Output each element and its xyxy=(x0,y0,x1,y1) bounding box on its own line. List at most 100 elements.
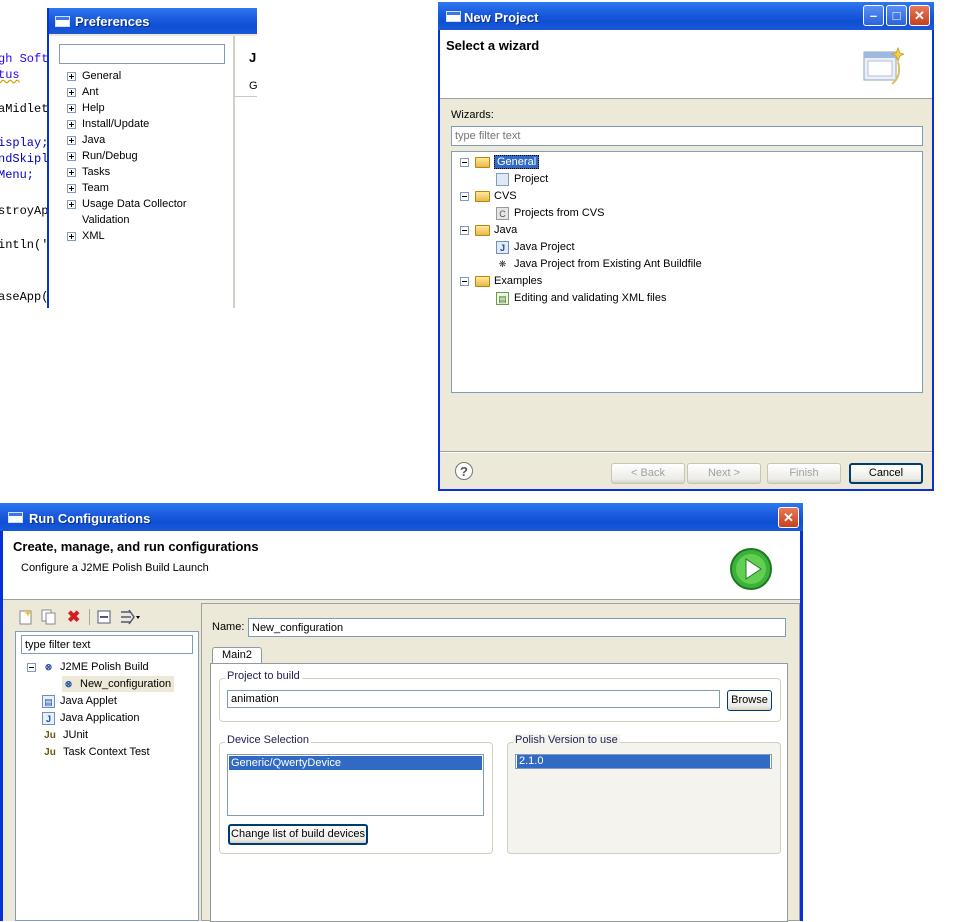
wizard-tree-item[interactable]: C Projects from CVS xyxy=(496,205,604,221)
duplicate-config-icon[interactable] xyxy=(41,609,57,625)
maximize-button[interactable]: □ xyxy=(886,5,907,26)
device-group-label: Device Selection xyxy=(225,734,311,746)
device-list-item[interactable]: Generic/QwertyDevice xyxy=(229,756,482,770)
task-context-test-icon: Ju xyxy=(44,746,56,758)
collapse-icon[interactable] xyxy=(460,191,469,201)
wizard-footer-divider xyxy=(440,451,932,453)
config-filter-input[interactable] xyxy=(21,635,193,654)
window-icon xyxy=(446,11,461,22)
wizard-tree-folder[interactable]: General xyxy=(460,154,540,170)
preferences-left-panel: General Ant Help Install/Update Java Run… xyxy=(49,36,233,308)
change-devices-button[interactable]: Change list of build devices xyxy=(228,824,368,845)
pref-tree-item[interactable]: Tasks xyxy=(67,164,110,180)
pref-tree-item[interactable]: Ant xyxy=(67,84,99,100)
expand-icon[interactable] xyxy=(67,151,76,161)
expand-icon[interactable] xyxy=(67,231,76,241)
help-icon[interactable]: ? xyxy=(455,462,473,480)
preferences-page-heading: J xyxy=(249,50,257,65)
pref-tree-item[interactable]: Team xyxy=(67,180,109,196)
config-tree-type[interactable]: J Java Application xyxy=(42,710,140,726)
expand-icon[interactable] xyxy=(67,167,76,177)
pref-tree-item[interactable]: Java xyxy=(67,132,105,148)
collapse-icon[interactable] xyxy=(460,157,469,167)
wizard-tree-item[interactable]: Project xyxy=(496,171,548,187)
java-applet-icon: ▤ xyxy=(42,694,55,708)
expand-icon[interactable] xyxy=(67,135,76,145)
config-tree-item[interactable]: ⊗ New_configuration xyxy=(62,676,175,692)
new-wizard-icon xyxy=(862,46,906,88)
pref-tree-item[interactable]: Run/Debug xyxy=(67,148,138,164)
back-button[interactable]: < Back xyxy=(611,463,685,484)
pref-tree-item[interactable]: Install/Update xyxy=(67,116,149,132)
expand-icon[interactable] xyxy=(67,199,76,209)
cancel-button[interactable]: Cancel xyxy=(849,463,923,484)
code-line: Menu; xyxy=(0,168,35,182)
collapse-icon[interactable] xyxy=(460,225,469,235)
config-name-input[interactable] xyxy=(248,618,786,637)
code-line: gh Soft xyxy=(0,52,49,66)
config-tree-type[interactable]: ⊗ J2ME Polish Build xyxy=(27,659,149,675)
expand-icon[interactable] xyxy=(67,103,76,113)
java-project-icon: J xyxy=(496,240,509,254)
expand-icon[interactable] xyxy=(67,119,76,129)
wizard-tree-item[interactable]: J Java Project xyxy=(496,239,575,255)
polish-version-item[interactable]: 2.1.0 xyxy=(517,755,770,768)
close-button[interactable]: ✕ xyxy=(909,5,930,26)
minimize-button[interactable]: – xyxy=(863,5,884,26)
wizard-tree-folder[interactable]: Examples xyxy=(460,273,542,289)
preferences-title-bar[interactable]: Preferences xyxy=(49,8,257,34)
tab-main2[interactable]: Main2 xyxy=(212,647,262,664)
close-button[interactable]: ✕ xyxy=(778,507,799,528)
pref-tree-item[interactable]: Usage Data Collector xyxy=(67,196,187,212)
preferences-right-panel: J G xyxy=(235,36,257,308)
config-tree-type[interactable]: Ju JUnit xyxy=(42,727,88,743)
new-project-window: New Project – □ ✕ Select a wizard Wizard… xyxy=(438,2,934,491)
preferences-window: Preferences General Ant Help Install/Upd… xyxy=(47,8,257,308)
pref-tree-item[interactable]: Validation xyxy=(82,212,130,228)
wizard-tree-item[interactable]: ▤ Editing and validating XML files xyxy=(496,290,666,306)
collapse-icon[interactable] xyxy=(460,276,469,286)
new-project-title: New Project xyxy=(464,10,539,25)
preferences-filter-input[interactable] xyxy=(59,44,225,64)
expand-icon[interactable] xyxy=(67,183,76,193)
window-icon xyxy=(55,16,70,27)
pref-tree-item[interactable]: General xyxy=(67,68,121,84)
folder-open-icon xyxy=(475,156,490,168)
wizard-tree-item[interactable]: ❋ Java Project from Existing Ant Buildfil… xyxy=(496,256,702,272)
example-icon: ▤ xyxy=(496,291,509,305)
window-icon xyxy=(8,512,23,523)
wizards-label: Wizards: xyxy=(451,109,494,121)
config-tree-type[interactable]: ▤ Java Applet xyxy=(42,693,117,709)
folder-open-icon xyxy=(475,190,490,202)
next-button[interactable]: Next > xyxy=(687,463,761,484)
delete-config-icon[interactable]: ✖ xyxy=(67,607,80,627)
browse-button[interactable]: Browse xyxy=(727,690,772,711)
new-config-icon[interactable] xyxy=(19,609,33,625)
expand-icon[interactable] xyxy=(67,87,76,97)
pref-tree-item[interactable]: Help xyxy=(67,100,105,116)
finish-button[interactable]: Finish xyxy=(767,463,841,484)
new-project-title-bar[interactable]: New Project – □ ✕ xyxy=(438,2,934,30)
run-configs-heading: Create, manage, and run configurations xyxy=(13,539,259,554)
wizard-tree-folder[interactable]: Java xyxy=(460,222,517,238)
device-list[interactable]: Generic/QwertyDevice xyxy=(227,754,484,816)
junit-icon: Ju xyxy=(44,729,56,741)
project-group-label: Project to build xyxy=(225,670,302,682)
pref-tree-item[interactable]: XML xyxy=(67,228,105,244)
name-label: Name: xyxy=(212,621,245,633)
filter-configs-icon[interactable] xyxy=(119,608,141,626)
collapse-icon[interactable] xyxy=(27,662,36,672)
collapse-all-icon[interactable] xyxy=(97,610,111,624)
preferences-page-divider xyxy=(235,96,257,97)
config-tree-type[interactable]: Ju Task Context Test xyxy=(42,744,149,760)
polish-version-list[interactable]: 2.1.0 xyxy=(515,754,772,769)
config-right-pane: Name: Main2 Project to build Browse Devi… xyxy=(201,603,800,922)
wizard-header: Select a wizard xyxy=(440,30,932,99)
project-input[interactable] xyxy=(227,690,720,708)
run-configs-title-bar[interactable]: Run Configurations ✕ xyxy=(0,503,803,531)
expand-icon[interactable] xyxy=(67,71,76,81)
wizard-tree-folder[interactable]: CVS xyxy=(460,188,517,204)
code-line: ndSkipl xyxy=(0,152,49,166)
wizard-filter-input[interactable] xyxy=(451,126,923,146)
preferences-page-text: G xyxy=(249,80,257,92)
